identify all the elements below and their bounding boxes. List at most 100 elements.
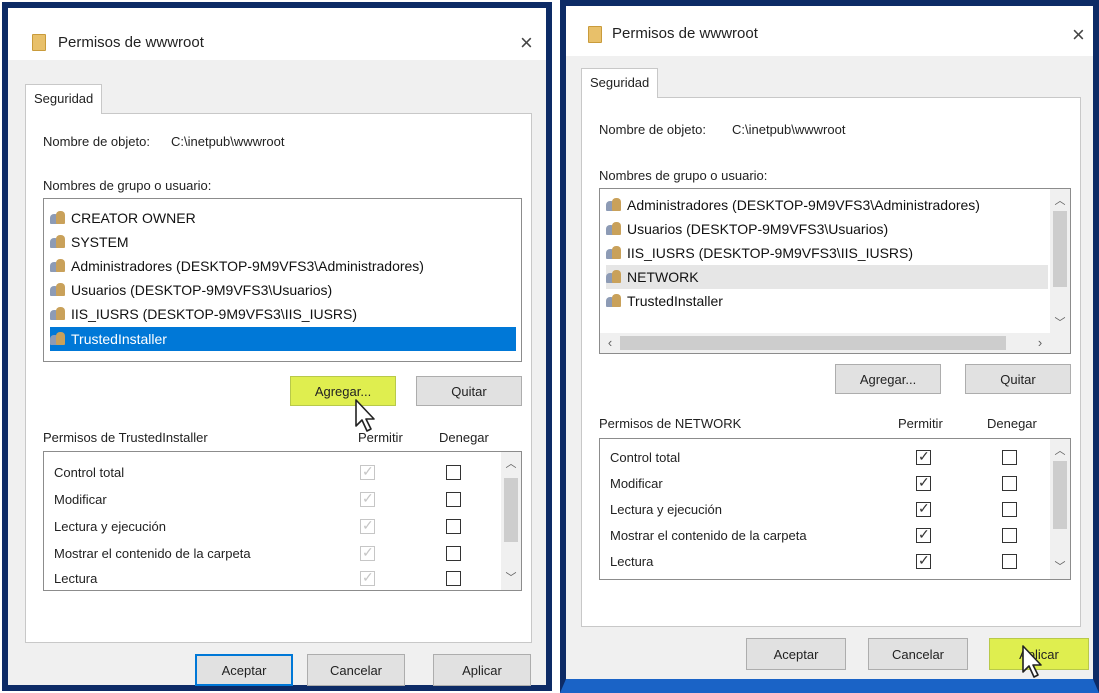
permission-name: Control total: [54, 465, 125, 480]
permission-name: Control total: [610, 450, 681, 465]
deny-checkbox[interactable]: [446, 519, 461, 534]
scroll-thumb[interactable]: [1053, 211, 1067, 287]
group-names-label: Nombres de grupo o usuario:: [43, 178, 212, 193]
user-name: CREATOR OWNER: [71, 210, 196, 226]
list-item-iis-iusrs[interactable]: IIS_IUSRS (DESKTOP-9M9VFS3\IIS_IUSRS): [50, 302, 517, 326]
permission-row: Lectura ✓: [610, 549, 1040, 575]
scroll-down-icon[interactable]: ﹀: [1050, 315, 1070, 331]
users-icon: [50, 307, 68, 320]
permission-row: Modificar ✓: [54, 487, 491, 513]
scroll-up-icon[interactable]: ︿: [1050, 443, 1070, 459]
allow-checkbox[interactable]: ✓: [916, 500, 931, 517]
permission-row: Lectura y ejecución ✓: [610, 497, 1040, 523]
list-item-administradores[interactable]: Administradores (DESKTOP-9M9VFS3\Adminis…: [606, 193, 1044, 217]
tab-security[interactable]: Seguridad: [581, 68, 659, 98]
deny-checkbox[interactable]: [446, 546, 461, 561]
tab-security[interactable]: Seguridad: [25, 84, 103, 114]
list-item-creator-owner[interactable]: CREATOR OWNER: [50, 206, 517, 230]
deny-checkbox[interactable]: [1002, 528, 1017, 543]
cancel-button[interactable]: Cancelar: [868, 638, 968, 670]
scroll-thumb[interactable]: [504, 478, 518, 542]
remove-button[interactable]: Quitar: [965, 364, 1071, 394]
list-item-administradores[interactable]: Administradores (DESKTOP-9M9VFS3\Adminis…: [50, 254, 517, 278]
scroll-down-icon[interactable]: ﹀: [1050, 559, 1070, 575]
users-icon: [606, 270, 624, 283]
folder-icon: [588, 26, 602, 43]
scroll-thumb[interactable]: [1053, 461, 1067, 529]
deny-checkbox[interactable]: [1002, 502, 1017, 517]
left-permissions-dialog: Permisos de wwwroot × Seguridad Nombre d…: [2, 2, 552, 691]
user-list[interactable]: Administradores (DESKTOP-9M9VFS3\Adminis…: [599, 188, 1071, 354]
list-item-iis-iusrs[interactable]: IIS_IUSRS (DESKTOP-9M9VFS3\IIS_IUSRS): [606, 241, 1044, 265]
add-button[interactable]: Agregar...: [290, 376, 396, 406]
permission-name: Mostrar el contenido de la carpeta: [610, 528, 807, 543]
close-icon[interactable]: ×: [1072, 24, 1085, 46]
permissions-list: Control total ✓ Modificar ✓ Lectura y ej…: [599, 438, 1071, 580]
permission-name: Lectura: [54, 571, 98, 586]
mouse-pointer-icon: [1022, 645, 1042, 678]
permissions-scrollbar[interactable]: ︿ ﹀: [1050, 439, 1070, 579]
folder-icon: [32, 34, 46, 51]
dialog-body: Seguridad Nombre de objeto: C:\inetpub\w…: [566, 56, 1093, 679]
object-name-label: Nombre de objeto:: [43, 134, 150, 149]
allow-checkbox: ✓: [360, 569, 375, 586]
deny-checkbox[interactable]: [446, 465, 461, 480]
users-icon: [50, 259, 68, 272]
deny-checkbox[interactable]: [446, 571, 461, 586]
user-name: Administradores (DESKTOP-9M9VFS3\Adminis…: [71, 258, 424, 274]
list-item-system[interactable]: SYSTEM: [50, 230, 517, 254]
apply-button[interactable]: Aplicar: [433, 654, 531, 686]
security-tab-page: Nombre de objeto: C:\inetpub\wwwroot Nom…: [581, 97, 1081, 627]
ok-button[interactable]: Aceptar: [195, 654, 293, 686]
add-button[interactable]: Agregar...: [835, 364, 941, 394]
users-icon: [50, 211, 68, 224]
list-item-trustedinstaller[interactable]: TrustedInstaller: [606, 289, 1044, 313]
allow-checkbox[interactable]: ✓: [916, 474, 931, 491]
security-tab-page: Nombre de objeto: C:\inetpub\wwwroot Nom…: [25, 113, 532, 643]
ok-button[interactable]: Aceptar: [746, 638, 846, 670]
permission-name: Modificar: [610, 476, 663, 491]
allow-checkbox: ✓: [360, 517, 375, 534]
scroll-up-icon[interactable]: ︿: [501, 456, 521, 472]
allow-checkbox: ✓: [360, 544, 375, 561]
user-name: IIS_IUSRS (DESKTOP-9M9VFS3\IIS_IUSRS): [71, 306, 358, 322]
user-name: TrustedInstaller: [627, 293, 723, 309]
list-item-usuarios[interactable]: Usuarios (DESKTOP-9M9VFS3\Usuarios): [50, 278, 517, 302]
scroll-up-icon[interactable]: ︿: [1050, 193, 1070, 209]
allow-checkbox[interactable]: ✓: [916, 526, 931, 543]
permission-row: Mostrar el contenido de la carpeta ✓: [610, 523, 1040, 549]
deny-checkbox[interactable]: [1002, 554, 1017, 569]
allow-checkbox: ✓: [360, 490, 375, 507]
title-bar: Permisos de wwwroot ×: [566, 6, 1093, 56]
remove-button[interactable]: Quitar: [416, 376, 522, 406]
deny-checkbox[interactable]: [1002, 476, 1017, 491]
permission-row: Modificar ✓: [610, 471, 1040, 497]
dialog-title: Permisos de wwwroot: [612, 25, 758, 42]
scroll-down-icon[interactable]: ﹀: [501, 570, 521, 586]
cancel-button[interactable]: Cancelar: [307, 654, 405, 686]
permission-name: Lectura: [610, 554, 654, 569]
users-icon: [50, 332, 68, 345]
scroll-thumb[interactable]: [620, 336, 1006, 350]
dialog-body: Seguridad Nombre de objeto: C:\inetpub\w…: [8, 60, 546, 686]
users-icon: [606, 246, 624, 259]
right-permissions-dialog: Permisos de wwwroot × Seguridad Nombre d…: [560, 0, 1099, 693]
allow-checkbox[interactable]: ✓: [916, 552, 931, 569]
permissions-scrollbar[interactable]: ︿ ﹀: [501, 452, 521, 590]
user-name: Usuarios (DESKTOP-9M9VFS3\Usuarios): [71, 282, 333, 298]
users-horizontal-scrollbar[interactable]: ‹ ›: [600, 333, 1050, 353]
scroll-left-icon[interactable]: ‹: [602, 333, 618, 353]
deny-checkbox[interactable]: [446, 492, 461, 507]
users-vertical-scrollbar[interactable]: ︿ ﹀: [1050, 189, 1070, 333]
list-item-trustedinstaller[interactable]: TrustedInstaller: [50, 327, 516, 351]
object-name-value: C:\inetpub\wwwroot: [732, 122, 846, 137]
users-icon: [50, 283, 68, 296]
allow-checkbox[interactable]: ✓: [916, 448, 931, 465]
close-icon[interactable]: ×: [520, 32, 533, 54]
list-item-network[interactable]: NETWORK: [606, 265, 1048, 289]
deny-checkbox[interactable]: [1002, 450, 1017, 465]
list-item-usuarios[interactable]: Usuarios (DESKTOP-9M9VFS3\Usuarios): [606, 217, 1044, 241]
user-list[interactable]: CREATOR OWNER SYSTEM Administradores (DE…: [43, 198, 522, 362]
permission-name: Lectura y ejecución: [610, 502, 723, 517]
scroll-right-icon[interactable]: ›: [1032, 333, 1048, 353]
